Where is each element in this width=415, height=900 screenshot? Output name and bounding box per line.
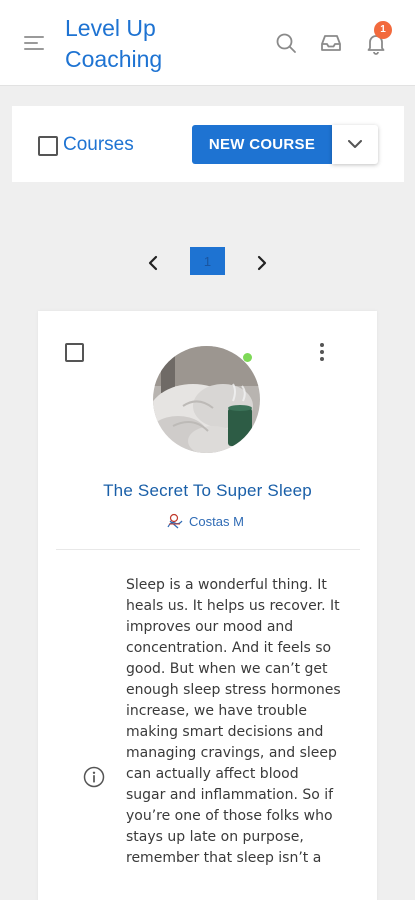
- course-author[interactable]: Costas M: [166, 512, 244, 530]
- author-name: Costas M: [189, 513, 244, 529]
- chevron-left-icon: [148, 255, 158, 271]
- status-indicator: [243, 353, 252, 362]
- app-header: Level Up Coaching 1: [0, 0, 415, 86]
- new-course-button[interactable]: NEW COURSE: [192, 125, 332, 164]
- search-icon[interactable]: [274, 31, 298, 55]
- course-select-checkbox[interactable]: [65, 343, 84, 362]
- notification-badge: 1: [374, 21, 392, 39]
- inbox-icon[interactable]: [319, 31, 343, 55]
- course-title[interactable]: The Secret To Super Sleep: [38, 481, 377, 501]
- previous-page-button[interactable]: [143, 253, 163, 273]
- course-image: [153, 346, 260, 453]
- course-description: Sleep is a wonderful thing. It heals us.…: [126, 577, 341, 866]
- next-page-button[interactable]: [252, 253, 272, 273]
- divider: [56, 549, 360, 550]
- select-all-checkbox[interactable]: [38, 136, 58, 156]
- more-options-icon[interactable]: [318, 343, 326, 363]
- courses-label[interactable]: Courses: [63, 134, 134, 156]
- app-title: Level Up Coaching: [65, 15, 163, 72]
- menu-icon[interactable]: [24, 36, 46, 52]
- chevron-down-icon: [348, 140, 362, 148]
- new-course-dropdown-button[interactable]: [332, 125, 378, 164]
- author-avatar-icon: [167, 513, 183, 529]
- chevron-right-icon: [257, 255, 267, 271]
- courses-toolbar: Courses NEW COURSE: [12, 106, 404, 182]
- info-icon[interactable]: [83, 766, 105, 788]
- course-card: The Secret To Super Sleep Costas M Sleep…: [38, 311, 377, 900]
- current-page-button[interactable]: 1: [190, 247, 225, 275]
